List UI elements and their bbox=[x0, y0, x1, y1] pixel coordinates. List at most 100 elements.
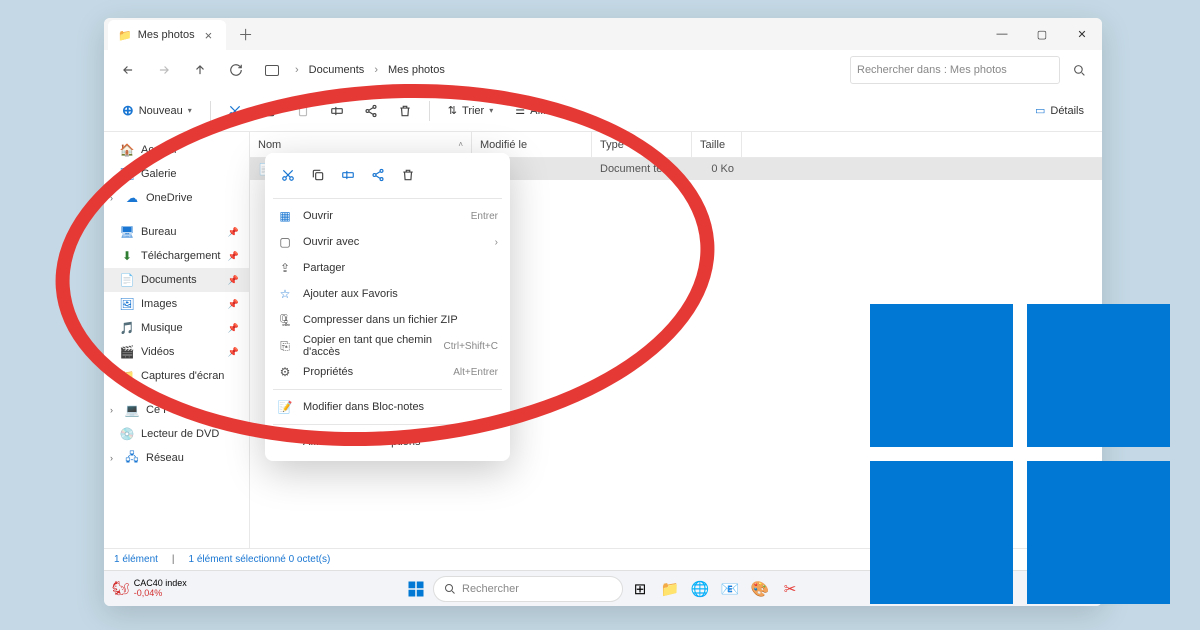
snip-taskbar-icon[interactable]: ✂ bbox=[777, 576, 803, 602]
share-button[interactable] bbox=[357, 97, 385, 125]
close-tab-button[interactable]: × bbox=[201, 28, 217, 43]
cell-size: 0 Ko bbox=[692, 163, 742, 175]
sidebar-item-label: Vidéos bbox=[141, 346, 174, 358]
search-icon[interactable] bbox=[1064, 56, 1094, 84]
column-type[interactable]: Type bbox=[592, 132, 692, 157]
sidebar-item-onedrive[interactable]: › ☁ OneDrive bbox=[104, 186, 249, 210]
breadcrumb-current[interactable]: Mes photos bbox=[385, 62, 448, 78]
up-button[interactable] bbox=[184, 54, 216, 86]
ctx-more-options[interactable]: Afficher d'autres options bbox=[265, 429, 510, 455]
stock-widget[interactable]: CAC40 index -0,04% bbox=[134, 579, 187, 599]
sidebar-item-documents[interactable]: 📄Documents📌 bbox=[104, 268, 249, 292]
edge-taskbar-icon[interactable]: 🌐 bbox=[687, 576, 713, 602]
pc-icon[interactable] bbox=[256, 54, 288, 86]
breadcrumb-root[interactable]: Documents bbox=[306, 62, 368, 78]
sidebar-item-gallery[interactable]: 🖼Galerie bbox=[104, 162, 249, 186]
sidebar-item-dvd[interactable]: 💿Lecteur de DVD bbox=[104, 422, 249, 446]
sidebar-item-music[interactable]: 🎵Musique📌 bbox=[104, 316, 249, 340]
copy-button[interactable] bbox=[255, 97, 283, 125]
desktop-icon: 🖥 bbox=[120, 225, 134, 239]
windows-logo bbox=[870, 304, 1170, 604]
ctx-shortcut: Ctrl+Shift+C bbox=[444, 341, 498, 352]
plus-icon: ⊕ bbox=[122, 102, 134, 119]
music-icon: 🎵 bbox=[120, 321, 134, 335]
paint-taskbar-icon[interactable]: 🎨 bbox=[747, 576, 773, 602]
chevron-right-icon: › bbox=[110, 405, 118, 415]
sidebar-item-pc[interactable]: ›💻Ce PC bbox=[104, 398, 249, 422]
copy-path-icon: ⎘ bbox=[277, 339, 293, 354]
folder-icon: 📁 bbox=[120, 369, 134, 383]
new-tab-button[interactable]: ＋ bbox=[226, 24, 265, 45]
divider bbox=[273, 424, 502, 425]
pin-icon: 📌 bbox=[228, 347, 239, 358]
ctx-copy-path[interactable]: ⎘ Copier en tant que chemin d'accès Ctrl+S… bbox=[265, 333, 510, 359]
ctx-favorites[interactable]: ☆ Ajouter aux Favoris bbox=[265, 281, 510, 307]
details-button[interactable]: ▭ Détails bbox=[1027, 96, 1092, 126]
sidebar-item-home[interactable]: 🏠Accueil bbox=[104, 138, 249, 162]
new-button[interactable]: ⊕ Nouveau ▾ bbox=[114, 96, 200, 126]
sidebar-item-label: Musique bbox=[141, 322, 183, 334]
divider bbox=[273, 389, 502, 390]
sidebar-item-network[interactable]: › 🖧 Réseau bbox=[104, 446, 249, 470]
view-button[interactable]: ☰ Afficher ▾ bbox=[507, 96, 584, 126]
ctx-notepad[interactable]: 📝Modifier dans Bloc-notes bbox=[265, 394, 510, 420]
sidebar-item-videos[interactable]: 🎬Vidéos📌 bbox=[104, 340, 249, 364]
delete-button[interactable] bbox=[391, 97, 419, 125]
sidebar-item-label: Documents bbox=[141, 274, 197, 286]
cloud-icon: ☁ bbox=[125, 191, 139, 205]
search-icon bbox=[444, 583, 456, 595]
sidebar-item-downloads[interactable]: ⬇Téléchargement📌 bbox=[104, 244, 249, 268]
explorer-taskbar-icon[interactable]: 📁 bbox=[657, 576, 683, 602]
ctx-properties[interactable]: ⚙PropriétésAlt+Entrer bbox=[265, 359, 510, 385]
column-label: Taille bbox=[700, 139, 725, 151]
network-icon: 🖧 bbox=[125, 451, 139, 465]
notepad-icon: 📝 bbox=[277, 400, 293, 414]
ctx-rename-button[interactable] bbox=[335, 162, 361, 188]
maximize-button[interactable]: ▢ bbox=[1022, 18, 1062, 50]
cell-type: Document texte bbox=[592, 163, 692, 175]
tab-current[interactable]: 📁 Mes photos × bbox=[108, 20, 226, 50]
cut-button[interactable] bbox=[221, 97, 249, 125]
start-button[interactable] bbox=[403, 576, 429, 602]
refresh-button[interactable] bbox=[220, 54, 252, 86]
chevron-right-icon: › bbox=[110, 193, 118, 203]
sidebar-item-label: Bureau bbox=[141, 226, 176, 238]
task-view-button[interactable]: ⊞ bbox=[627, 576, 653, 602]
ctx-zip[interactable]: 🗜Compresser dans un fichier ZIP bbox=[265, 307, 510, 333]
taskbar-search[interactable]: Rechercher bbox=[433, 576, 623, 602]
ctx-label: Ajouter aux Favoris bbox=[303, 288, 498, 300]
close-button[interactable]: ✕ bbox=[1062, 18, 1102, 50]
ctx-cut-button[interactable] bbox=[275, 162, 301, 188]
forward-button[interactable] bbox=[148, 54, 180, 86]
new-label: Nouveau bbox=[139, 105, 183, 117]
star-icon: ☆ bbox=[277, 287, 293, 301]
open-with-icon: ▢ bbox=[277, 235, 293, 249]
sidebar-item-captures[interactable]: 📁Captures d'écran bbox=[104, 364, 249, 388]
sidebar-item-label: Réseau bbox=[146, 452, 184, 464]
chevron-right-icon: › bbox=[110, 453, 118, 463]
paste-button[interactable] bbox=[289, 97, 317, 125]
ctx-share[interactable]: ⇪Partager bbox=[265, 255, 510, 281]
share-icon: ⇪ bbox=[277, 261, 293, 275]
search-placeholder: Rechercher dans : Mes photos bbox=[857, 64, 1007, 76]
ctx-label: Copier en tant que chemin d'accès bbox=[303, 334, 434, 358]
tab-label: Mes photos bbox=[138, 29, 195, 41]
search-input[interactable]: Rechercher dans : Mes photos bbox=[850, 56, 1060, 84]
minimize-button[interactable]: — bbox=[982, 18, 1022, 50]
ctx-label: Propriétés bbox=[303, 366, 443, 378]
outlook-taskbar-icon[interactable]: 📧 bbox=[717, 576, 743, 602]
ctx-open-with[interactable]: ▢Ouvrir avec› bbox=[265, 229, 510, 255]
rename-button[interactable] bbox=[323, 97, 351, 125]
sidebar-item-desktop[interactable]: 🖥Bureau📌 bbox=[104, 220, 249, 244]
back-button[interactable] bbox=[112, 54, 144, 86]
column-size[interactable]: Taille bbox=[692, 132, 742, 157]
sidebar-item-label: OneDrive bbox=[146, 192, 192, 204]
ctx-delete-button[interactable] bbox=[395, 162, 421, 188]
sidebar-item-images[interactable]: 🖼Images📌 bbox=[104, 292, 249, 316]
ctx-open[interactable]: ▦OuvrirEntrer bbox=[265, 203, 510, 229]
ctx-share-button[interactable] bbox=[365, 162, 391, 188]
sort-button[interactable]: ⇅ Trier ▾ bbox=[440, 96, 501, 126]
home-icon: 🏠 bbox=[120, 143, 134, 157]
ctx-shortcut: Alt+Entrer bbox=[453, 367, 498, 378]
ctx-copy-button[interactable] bbox=[305, 162, 331, 188]
